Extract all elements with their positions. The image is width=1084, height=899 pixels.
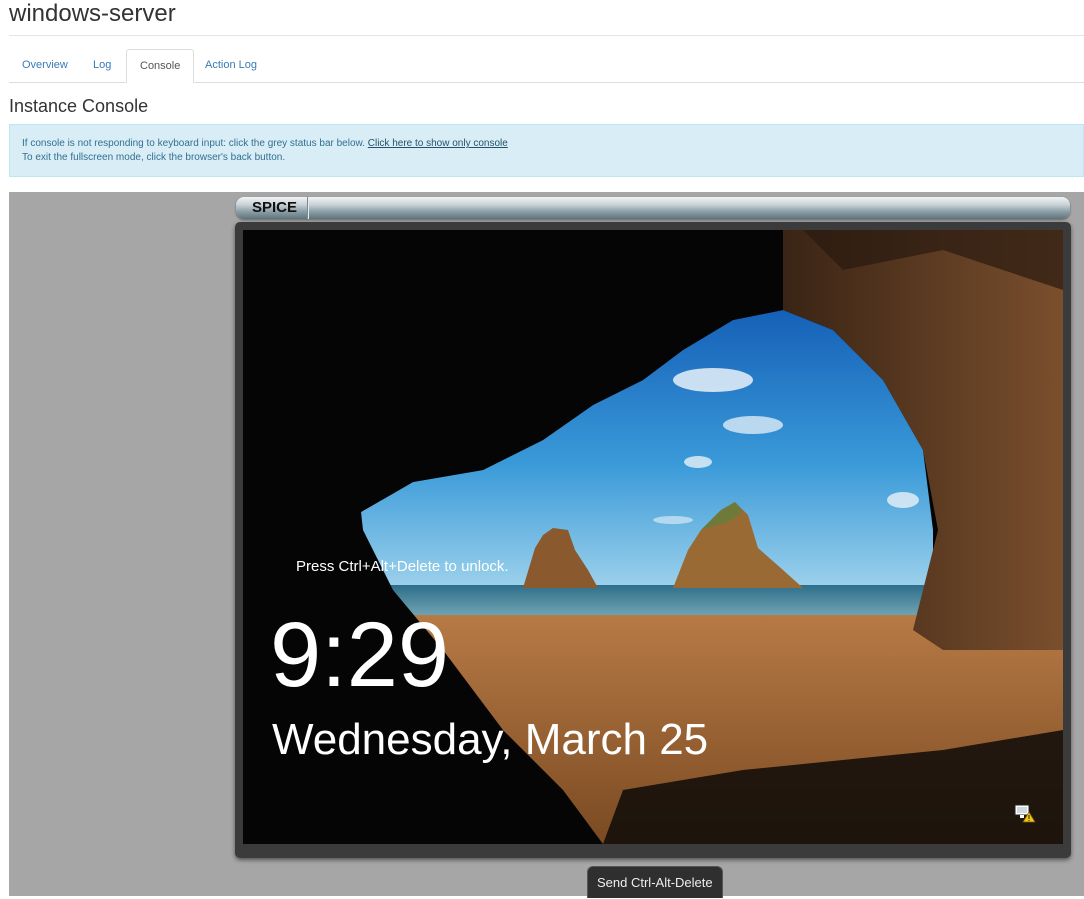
tab-overview[interactable]: Overview — [9, 49, 81, 81]
info-text-line2: To exit the fullscreen mode, click the b… — [22, 152, 286, 163]
send-ctrl-alt-delete-button[interactable]: Send Ctrl-Alt-Delete — [587, 866, 723, 898]
remote-screen[interactable]: Press Ctrl+Alt+Delete to unlock. 9:29 We… — [243, 230, 1063, 844]
unlock-message: Press Ctrl+Alt+Delete to unlock. — [296, 558, 509, 575]
spice-label: SPICE — [246, 197, 308, 219]
title-divider — [9, 35, 1084, 36]
info-text-line1: If console is not responding to keyboard… — [22, 138, 365, 149]
tab-bar: Overview Log Console Action Log — [9, 49, 1084, 83]
tab-console[interactable]: Console — [126, 49, 195, 83]
info-alert: If console is not responding to keyboard… — [9, 124, 1084, 177]
lock-date: Wednesday, March 25 — [272, 715, 709, 764]
tab-action-log[interactable]: Action Log — [192, 49, 270, 81]
lock-time: 9:29 — [270, 604, 450, 706]
section-title: Instance Console — [9, 96, 149, 116]
tab-log[interactable]: Log — [80, 49, 124, 81]
console-screen-frame: Press Ctrl+Alt+Delete to unlock. 9:29 We… — [235, 222, 1071, 858]
show-only-console-link[interactable]: Click here to show only console — [368, 138, 508, 149]
spice-status-bar[interactable]: SPICE — [236, 197, 1070, 219]
console-area[interactable]: SPICE Press Ctrl+Alt+Delete to unlock. 9… — [9, 192, 1084, 898]
network-warning-icon[interactable] — [1014, 803, 1036, 823]
page-title: windows-server — [9, 0, 176, 27]
